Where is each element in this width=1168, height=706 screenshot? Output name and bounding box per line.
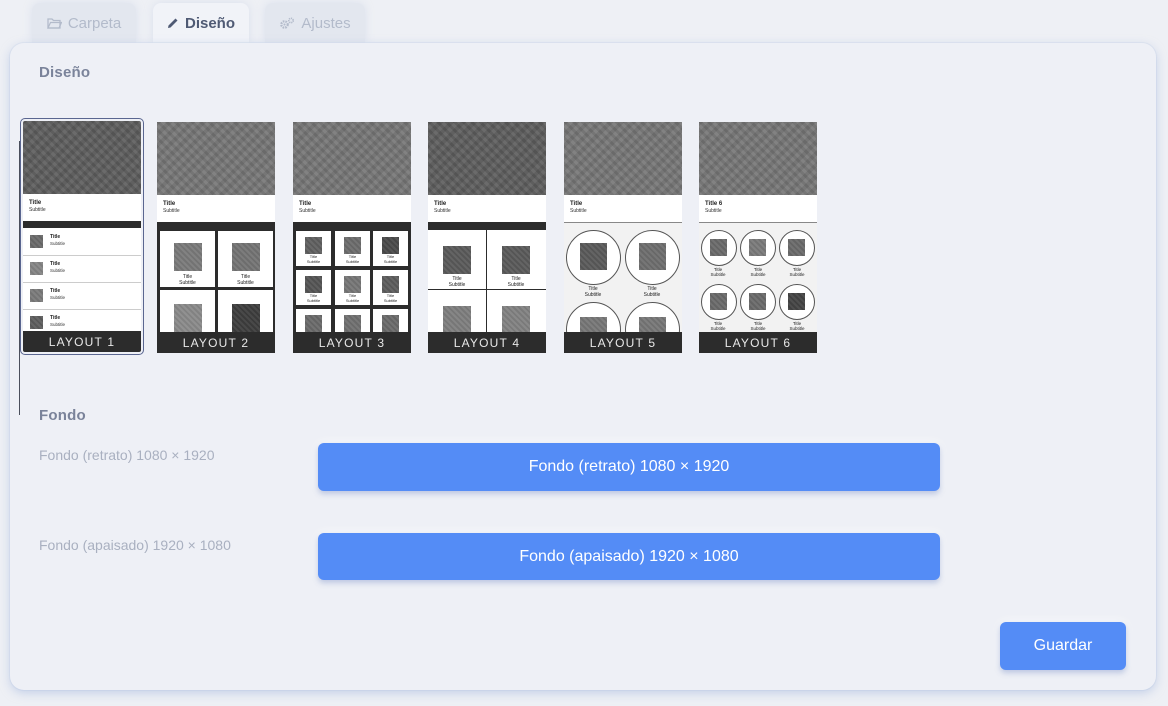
layout-subtitle: Subtitle	[29, 207, 46, 213]
gears-icon	[279, 16, 295, 30]
section-title-fondo: Fondo	[39, 407, 86, 424]
layout-label: LAYOUT 6	[699, 332, 817, 353]
layout-option-5[interactable]: Title Subtitle Title Subtitle Title Subtit…	[564, 122, 682, 353]
pencil-icon	[167, 17, 179, 29]
layout-label: LAYOUT 2	[157, 332, 275, 353]
layout-subtitle: Subtitle	[299, 208, 316, 214]
folder-icon	[46, 17, 62, 29]
divider	[19, 141, 20, 415]
portrait-background-label: Fondo (retrato) 1080 × 1920	[39, 447, 215, 463]
tab-label: Diseño	[184, 14, 235, 32]
hero-image	[157, 122, 275, 195]
landscape-background-label: Fondo (apaisado) 1920 × 1080	[39, 537, 231, 553]
hero-image	[293, 122, 411, 195]
layout-subtitle: Subtitle	[705, 208, 722, 214]
layout-title: Title	[299, 201, 312, 207]
layout-option-2[interactable]: Title Subtitle Title Subtitle Title Subtit…	[157, 122, 275, 353]
layout-title: Title 6	[705, 201, 723, 207]
layout-label: LAYOUT 4	[428, 332, 546, 353]
tab-label: Carpeta	[67, 14, 122, 32]
layout-option-4[interactable]: Title Subtitle Title Subtitle Title Subtit…	[428, 122, 546, 353]
layout-title: Title	[29, 200, 42, 206]
layout-title: Title	[570, 201, 583, 207]
tab-diseno[interactable]: Diseño	[153, 3, 249, 43]
hero-image	[428, 122, 546, 195]
section-title-diseno: Diseño	[39, 64, 91, 81]
portrait-background-button[interactable]: Fondo (retrato) 1080 × 1920	[318, 443, 940, 491]
layout-option-3[interactable]: Title Subtitle Title Subtitle Title Subtit…	[293, 122, 411, 353]
hero-image	[699, 122, 817, 195]
layout-subtitle: Subtitle	[570, 208, 587, 214]
tab-ajustes[interactable]: Ajustes	[265, 3, 365, 43]
layout-option-1[interactable]: Title Subtitle Title Subtitle Title Subtit…	[20, 118, 144, 355]
tab-label: Ajustes	[301, 14, 351, 32]
layout-title: Title	[163, 201, 176, 207]
layout-title: Title	[434, 201, 447, 207]
layout-option-6[interactable]: Title 6 Subtitle Title Subtitle Title Subt…	[699, 122, 817, 353]
layout-label: LAYOUT 3	[293, 332, 411, 353]
layout-label: LAYOUT 1	[23, 331, 141, 352]
layout-label: LAYOUT 5	[564, 332, 682, 353]
layout-subtitle: Subtitle	[434, 208, 451, 214]
save-button[interactable]: Guardar	[1000, 622, 1126, 670]
hero-image	[564, 122, 682, 195]
tab-carpeta[interactable]: Carpeta	[32, 3, 136, 43]
landscape-background-button[interactable]: Fondo (apaisado) 1920 × 1080	[318, 533, 940, 580]
hero-image	[23, 121, 141, 194]
layout-subtitle: Subtitle	[163, 208, 180, 214]
